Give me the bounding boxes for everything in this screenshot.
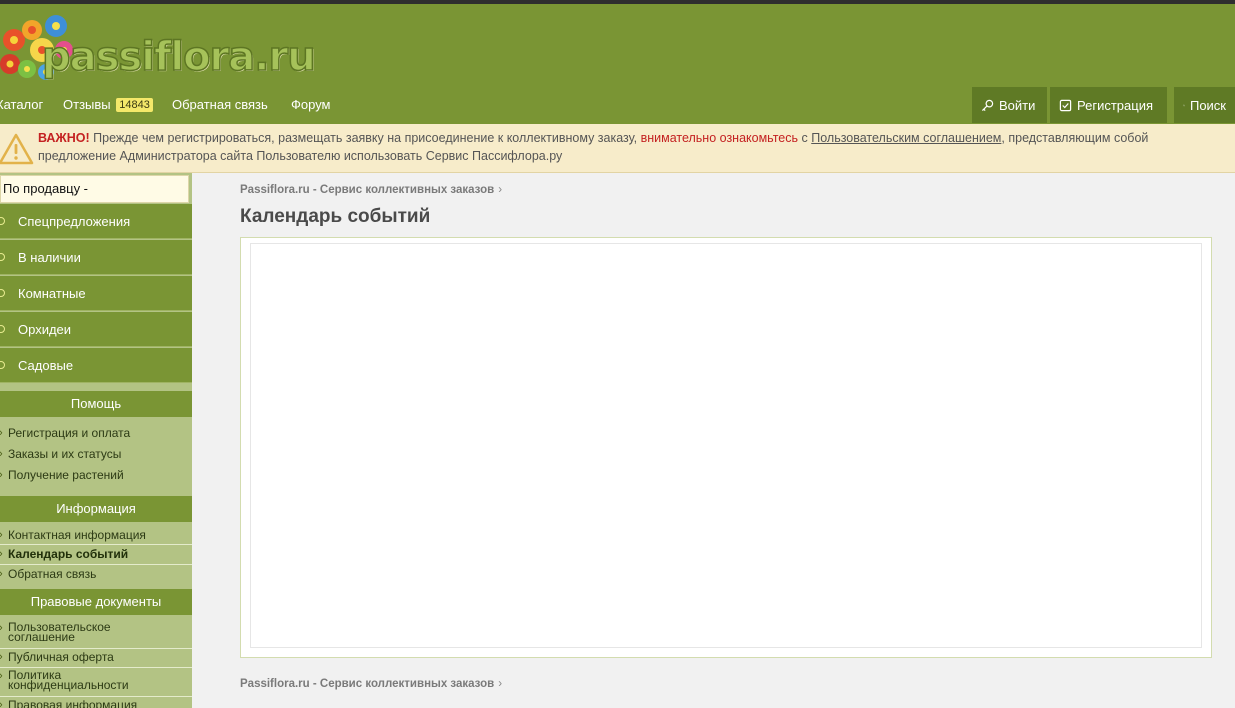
chevron-right-icon: › <box>0 529 3 541</box>
chevron-right-icon: › <box>498 184 503 196</box>
chevron-right-icon: › <box>0 670 3 682</box>
calendar-container <box>240 237 1212 658</box>
sidebar-link-label: Регистрация и оплата <box>8 426 131 440</box>
circle-bullet-icon <box>0 253 5 261</box>
legal-section-title: Правовые документы <box>0 589 192 615</box>
sidebar-link-label: Публичная оферта <box>8 650 114 664</box>
chevron-right-icon: › <box>0 469 3 481</box>
sidebar-link-label: Политика конфиденциальности <box>8 668 129 692</box>
user-agreement-link[interactable]: Пользовательским соглашением <box>811 131 1001 145</box>
breadcrumb-bottom[interactable]: Passiflora.ru - Сервис коллективных зака… <box>240 678 502 690</box>
notice-important: ВАЖНО! <box>38 131 90 145</box>
calendar-embed[interactable] <box>250 243 1202 648</box>
chevron-right-icon: › <box>0 568 3 580</box>
chevron-right-icon: › <box>0 651 3 663</box>
sidebar-link-label: Правовая информация <box>8 698 138 708</box>
category-label: Садовые <box>18 358 74 373</box>
divider <box>0 544 192 545</box>
category-indoor[interactable]: Комнатные <box>0 276 192 311</box>
notice-text: ВАЖНО! Прежде чем регистрироваться, разм… <box>38 130 1218 165</box>
category-garden[interactable]: Садовые <box>0 348 192 383</box>
nav-reviews-label: Отзывы <box>63 97 111 112</box>
chevron-right-icon: › <box>0 622 3 634</box>
nav-reviews[interactable]: Отзывы 14843 <box>63 97 153 113</box>
key-icon <box>981 99 994 111</box>
sidebar-link-label: Пользовательское соглашение <box>8 620 111 644</box>
sidebar-link-label: Заказы и их статусы <box>8 447 122 461</box>
checkbox-icon <box>1059 99 1072 111</box>
nav-feedback[interactable]: Обратная связь <box>172 97 268 113</box>
help-section-title: Помощь <box>0 391 192 417</box>
register-button[interactable]: Регистрация <box>1050 87 1167 123</box>
category-label: Спецпредложения <box>18 214 131 229</box>
sidebar-link-label: Календарь событий <box>8 547 129 561</box>
divider <box>0 564 192 565</box>
category-label: Комнатные <box>18 286 86 301</box>
main-nav: Каталог Отзывы 14843 Обратная связь Фору… <box>0 87 1235 124</box>
chevron-right-icon: › <box>0 699 3 708</box>
category-orchids[interactable]: Орхидеи <box>0 312 192 347</box>
site-logo[interactable]: passiflora.ru <box>41 33 316 81</box>
sidebar-link-label: Получение растений <box>8 468 124 482</box>
breadcrumb-top[interactable]: Passiflora.ru - Сервис коллективных зака… <box>240 184 502 196</box>
breadcrumb-label: Passiflora.ru - Сервис коллективных зака… <box>240 678 495 690</box>
circle-bullet-icon <box>0 325 5 333</box>
main-content: Passiflora.ru - Сервис коллективных зака… <box>192 173 1235 708</box>
login-button[interactable]: Войти <box>972 87 1047 123</box>
sidebar-link-label: Обратная связь <box>8 567 97 581</box>
category-label: Орхидеи <box>18 322 72 337</box>
chevron-right-icon: › <box>0 427 3 439</box>
sidebar: По продавцу - Спецпредложения В наличии … <box>0 173 192 708</box>
notice-text-part-1: Прежде чем регистрироваться, размещать з… <box>89 131 641 145</box>
nav-forum[interactable]: Форум <box>291 97 331 113</box>
search-icon <box>1183 104 1185 106</box>
chevron-right-icon: › <box>498 678 503 690</box>
important-notice: ВАЖНО! Прежде чем регистрироваться, разм… <box>0 124 1235 173</box>
circle-bullet-icon <box>0 361 5 369</box>
sidebar-link-label: Контактная информация <box>8 528 146 542</box>
circle-bullet-icon <box>0 217 5 225</box>
search-label: Поиск <box>1189 97 1226 113</box>
nav-catalog[interactable]: Каталог <box>0 97 43 113</box>
category-in-stock[interactable]: В наличии <box>0 240 192 275</box>
reviews-count-badge: 14843 <box>116 98 153 112</box>
page-title: Календарь событий <box>240 206 431 227</box>
category-label: В наличии <box>18 250 81 265</box>
notice-text-part-2: с <box>798 131 812 145</box>
chevron-right-icon: › <box>0 548 3 560</box>
divider <box>0 648 192 649</box>
notice-emphasis: внимательно ознакомьтесь <box>640 131 799 145</box>
login-label: Войти <box>999 97 1036 113</box>
warning-icon <box>0 133 34 165</box>
breadcrumb-label: Passiflora.ru - Сервис коллективных зака… <box>240 184 495 196</box>
circle-bullet-icon <box>0 289 5 297</box>
register-label: Регистрация <box>1077 97 1153 113</box>
seller-select[interactable]: По продавцу - <box>0 175 189 203</box>
site-header: passiflora.ru <box>0 4 1235 87</box>
info-section-title: Информация <box>0 496 192 522</box>
divider <box>0 696 192 697</box>
category-specials[interactable]: Спецпредложения <box>0 204 192 239</box>
search-button[interactable]: Поиск <box>1174 87 1235 123</box>
chevron-right-icon: › <box>0 448 3 460</box>
